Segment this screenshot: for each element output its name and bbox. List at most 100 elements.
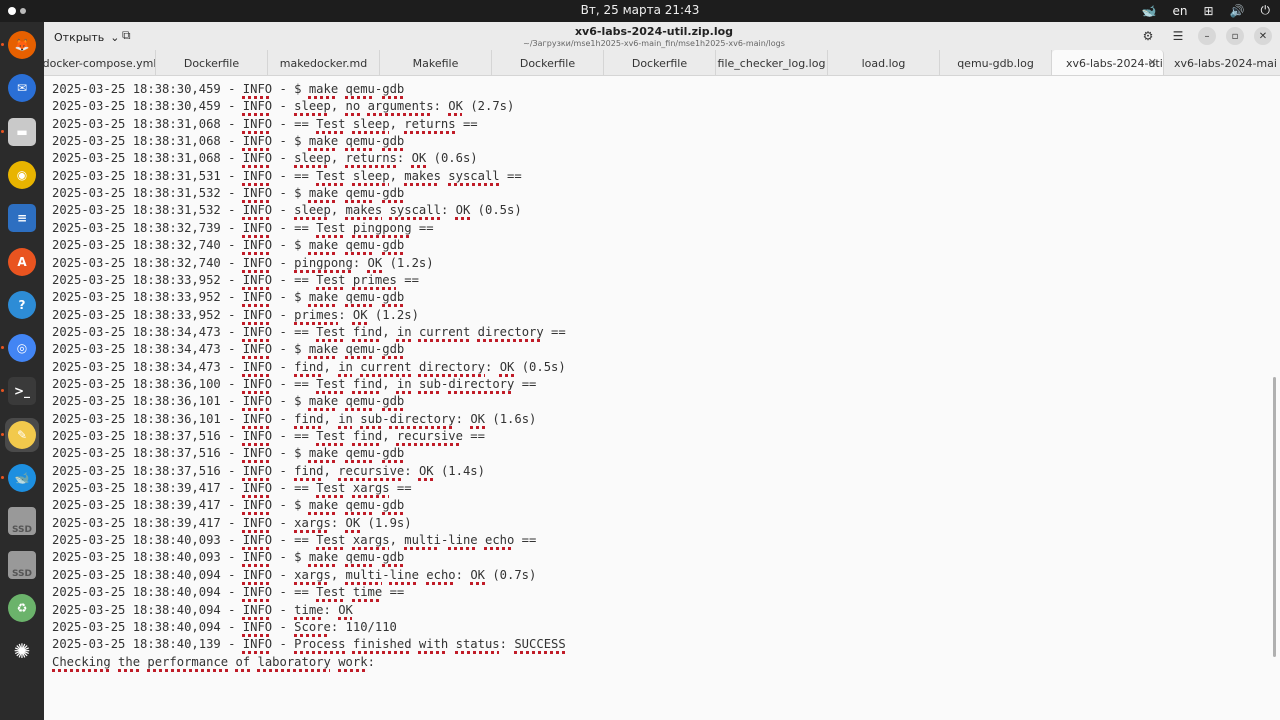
log-timestamp: 2025-03-25 18:38:31,531 [52, 168, 221, 183]
spell-error: recursive [338, 463, 405, 478]
open-button-label: Открыть [54, 30, 105, 44]
log-timestamp: 2025-03-25 18:38:40,093 [52, 550, 221, 565]
spell-error: time [352, 585, 383, 600]
dock-item-ssd-2[interactable]: SSD [5, 548, 39, 582]
spell-error: echo [484, 533, 515, 548]
spell-error: returns [404, 116, 456, 131]
spell-error: make [308, 238, 339, 253]
close-tab-icon[interactable]: ✕ [1148, 56, 1157, 69]
dock-item-chrome[interactable]: ◎ [5, 331, 39, 365]
tab-label: xv6-labs-2024-main.zip [1174, 56, 1276, 70]
log-level: INFO [242, 619, 273, 634]
tab-label: makedocker.md [279, 56, 368, 70]
dock-item-text-editor[interactable]: ✎ [5, 417, 39, 452]
dock-item-show-apps[interactable]: ✺ [5, 634, 39, 668]
scrollbar[interactable] [1273, 377, 1276, 657]
spell-error: directory [418, 359, 485, 374]
log-message: $ make qemu-gdb [294, 134, 405, 149]
tab-9[interactable]: xv6-labs-2024-util. ✕ [1052, 50, 1164, 75]
log-message: == Test find, recursive == [294, 429, 485, 443]
maximize-button[interactable]: ▫ [1226, 27, 1244, 45]
close-button[interactable]: ✕ [1254, 27, 1272, 45]
dock-item-rhythmbox[interactable]: ◉ [5, 158, 39, 192]
clock[interactable]: Вт, 25 марта 21:43 [0, 3, 1280, 17]
tab-2[interactable]: makedocker.md [268, 50, 380, 75]
settings-icon[interactable]: ⚙ [1138, 26, 1158, 46]
running-indicator [1, 432, 4, 436]
log-line: Checking the performance of laboratory w… [52, 654, 375, 671]
tab-7[interactable]: load.log [828, 50, 940, 75]
log-message: == Test sleep, returns == [294, 116, 478, 131]
tab-5[interactable]: Dockerfile [604, 50, 716, 75]
log-message: find, in current directory: OK (0.5s) [294, 359, 566, 374]
log-timestamp: 2025-03-25 18:38:30,459 [52, 82, 221, 96]
volume-icon[interactable]: 🔊 [1230, 4, 1245, 18]
tab-4[interactable]: Dockerfile [492, 50, 604, 75]
spell-error: time [294, 602, 324, 617]
spell-error: SUCCESS [514, 637, 566, 652]
tab-8[interactable]: qemu-gdb.log [940, 50, 1052, 75]
dock-item-files[interactable]: ▬ [5, 115, 39, 149]
docker-tray-icon[interactable]: 🐋 [1142, 4, 1157, 18]
log-message: == Test primes == [294, 272, 419, 287]
dock-item-terminal[interactable]: >_ [5, 374, 39, 408]
open-button[interactable]: Открыть ⌄ [48, 26, 126, 48]
dock-item-writer[interactable]: ≡ [5, 201, 39, 235]
log-message: $ make qemu-gdb [294, 342, 405, 357]
spell-error: directory [389, 411, 456, 426]
tab-6[interactable]: file_checker_log.log [716, 50, 828, 75]
dock: 🦊 ✉ ▬ ◉ ≡ A? ◎ >_ ✎ 🐋 SSD SSD ♻ ✺ [0, 22, 44, 720]
spell-error: sub [418, 376, 441, 391]
log-text: Checking the performance of laboratory w… [52, 654, 375, 669]
header-bar: Открыть ⌄ ⧉ xv6-labs-2024-util.zip.log ~… [44, 22, 1280, 50]
spell-error: directory [448, 376, 515, 391]
minimize-button[interactable]: – [1198, 27, 1216, 45]
log-line: 2025-03-25 18:38:36,101 - INFO - $ make … [52, 394, 405, 409]
spell-error: find [352, 429, 383, 443]
log-line: 2025-03-25 18:38:40,093 - INFO - $ make … [52, 550, 405, 565]
log-message: sleep, returns: OK (0.6s) [294, 151, 478, 166]
log-line: 2025-03-25 18:38:37,516 - INFO - == Test… [52, 429, 485, 443]
log-line: 2025-03-25 18:38:33,952 - INFO - primes:… [52, 307, 419, 322]
new-tab-icon[interactable]: ⧉ [122, 28, 131, 43]
log-level: INFO [242, 134, 273, 149]
log-timestamp: 2025-03-25 18:38:40,094 [52, 567, 221, 582]
dock-item-firefox[interactable]: 🦊 [5, 28, 39, 62]
spell-error: status [455, 637, 500, 652]
spell-error: gdb [382, 134, 405, 149]
text-editor-area[interactable]: 2025-03-25 18:38:30,459 - INFO - $ make … [44, 77, 1276, 720]
log-message: find, in sub-directory: OK (1.6s) [294, 411, 537, 426]
chevron-down-icon: ⌄ [110, 30, 120, 44]
log-timestamp: 2025-03-25 18:38:30,459 [52, 99, 221, 114]
tab-0[interactable]: docker-compose.yml [44, 50, 156, 75]
log-level: INFO [242, 116, 273, 131]
menu-icon[interactable]: ☰ [1168, 26, 1188, 46]
log-line: 2025-03-25 18:38:39,417 - INFO - == Test… [52, 481, 412, 496]
tab-3[interactable]: Makefile [380, 50, 492, 75]
dock-item-help[interactable]: ? [5, 288, 39, 322]
log-line: 2025-03-25 18:38:36,100 - INFO - == Test… [52, 376, 537, 391]
dock-item-docker[interactable]: 🐋 [5, 461, 39, 495]
spell-error: gdb [382, 446, 405, 461]
dock-item-app-center[interactable]: A [5, 245, 39, 279]
log-message: $ make qemu-gdb [294, 186, 405, 201]
spell-error: qemu [345, 498, 375, 513]
power-icon[interactable]: ⏻ [1261, 3, 1271, 18]
dock-item-thunderbird[interactable]: ✉ [5, 71, 39, 105]
log-line: 2025-03-25 18:38:30,459 - INFO - sleep, … [52, 99, 515, 114]
dock-item-trash[interactable]: ♻ [5, 591, 39, 625]
tab-1[interactable]: Dockerfile [156, 50, 268, 75]
spell-error: Test [316, 429, 346, 443]
terminal-icon: >_ [8, 377, 36, 406]
log-timestamp: 2025-03-25 18:38:40,094 [52, 619, 221, 634]
spell-error: OK [367, 255, 383, 270]
tab-10[interactable]: xv6-labs-2024-main.zip [1164, 50, 1276, 75]
spell-error: Test [316, 376, 346, 391]
language-indicator[interactable]: en [1172, 4, 1187, 18]
spell-error: qemu [345, 238, 375, 253]
network-icon[interactable]: ⊞ [1203, 4, 1213, 18]
running-indicator [1, 43, 4, 46]
dock-item-ssd-1[interactable]: SSD [5, 504, 39, 538]
system-tray[interactable]: 🐋 en ⊞ 🔊 ⏻ [1142, 3, 1270, 18]
log-level: INFO [242, 515, 273, 530]
